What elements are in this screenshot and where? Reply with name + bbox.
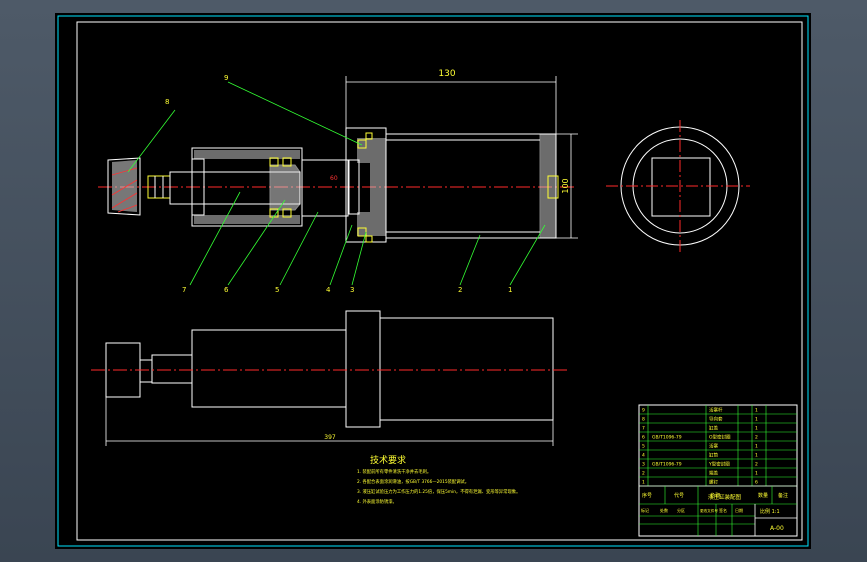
bom-item-qty: 2 (755, 461, 758, 467)
piston (269, 164, 301, 211)
bom-item-name: 端盖 (709, 469, 718, 476)
bom-item-name: 缸盖 (709, 424, 718, 431)
callout-9: 9 (224, 74, 228, 82)
bom-item-qty: 1 (755, 470, 758, 476)
sign-doc: 更改文件号 (700, 508, 718, 513)
header-remark: 备注 (778, 492, 788, 499)
bom-item-name: 活塞 (709, 442, 718, 449)
assembly-drawing: 60 130 100 8 9 7 6 5 4 3 2 1 397 技术要求 1.… (57, 15, 809, 547)
bore-mark: 60 (330, 175, 338, 182)
callout-8: 8 (165, 98, 169, 106)
callout-7: 7 (182, 286, 186, 294)
sign-mark: 标记 (641, 507, 649, 513)
bom-item-no: 2 (642, 470, 645, 476)
header-qty: 数量 (758, 492, 768, 499)
bom-item-no: 5 (642, 443, 645, 449)
dim-top-length (345, 76, 557, 134)
bom-item-qty: 1 (755, 425, 758, 431)
callout-1: 1 (508, 286, 512, 294)
bom-item-qty: 1 (755, 452, 758, 458)
dim-right-height-text: 100 (561, 178, 570, 193)
tech-req-line-3: 3. 液压缸试验压力为工作压力的1.25倍，保压5min，不得有泄漏、变形等异常… (357, 488, 520, 495)
sign-date: 日期 (735, 507, 743, 513)
callout-2: 2 (458, 286, 462, 294)
scale-text: 比例 1:1 (760, 508, 780, 515)
bom-item-no: 1 (642, 479, 645, 485)
title-block: 9 活塞杆 1 8 导向套 1 7 缸盖 1 6 O型密封圈 2 5 活塞 1 4 缸筒 1 3 Y型密封圈 2 2 端盖 1… (638, 404, 798, 537)
flange (345, 127, 387, 243)
bom-item-qty: 1 (755, 407, 758, 413)
bom-item-name: 导向套 (709, 415, 723, 422)
bom-item-qty: 2 (755, 434, 758, 440)
header-no: 序号 (642, 492, 652, 499)
bom-item-name: 螺钉 (709, 478, 718, 485)
technical-requirements: 技术要求 1. 装配前所有零件清洗干净并去毛刺。 2. 各配合表面涂润滑油，按G… (357, 454, 520, 505)
end-clevis (107, 157, 141, 216)
bom-item-qty: 1 (755, 416, 758, 422)
bom-std-code: GB/T1096-79 (652, 461, 682, 467)
inner-barrel (301, 159, 349, 217)
bom-item-qty: 6 (755, 479, 758, 485)
inner-frame (76, 21, 803, 541)
bom-item-name: 缸筒 (709, 451, 718, 458)
tech-req-title: 技术要求 (370, 454, 406, 466)
callout-3: 3 (350, 286, 354, 294)
bom-item-no: 8 (642, 416, 645, 422)
tech-req-line-1: 1. 装配前所有零件清洗干净并去毛刺。 (357, 468, 431, 475)
callout-6: 6 (224, 286, 229, 294)
dim-overall-length: 397 (324, 434, 336, 441)
bom-item-no: 9 (642, 407, 645, 413)
header-code: 代号 (674, 492, 684, 499)
bom-item-no: 7 (642, 425, 645, 431)
bom-item-name: Y型密封圈 (708, 460, 730, 467)
bom-item-name: O型密封圈 (709, 433, 731, 440)
sign-name: 签名 (719, 507, 727, 513)
sign-count: 处数 (660, 507, 668, 513)
section-view: 60 130 100 8 9 7 6 5 4 3 2 1 (98, 69, 578, 294)
bom-item-name: 活塞杆 (709, 406, 723, 413)
end-cap (539, 133, 559, 239)
sign-zone: 分区 (677, 507, 685, 513)
dim-top-length-text: 130 (438, 69, 455, 79)
bom-item-qty: 1 (755, 443, 758, 449)
bom-item-no: 3 (642, 461, 645, 467)
cad-viewport[interactable]: 60 130 100 8 9 7 6 5 4 3 2 1 397 技术要求 1.… (0, 0, 867, 562)
leader-lines (127, 81, 546, 286)
drawing-title: 液压缸装配图 (708, 493, 742, 501)
bom-item-no: 6 (642, 434, 645, 440)
bom-item-no: 4 (642, 452, 645, 458)
callout-4: 4 (326, 286, 331, 294)
outer-frame (57, 15, 809, 547)
main-cylinder (385, 133, 557, 239)
tech-req-line-4: 4. 外表面涂防锈漆。 (357, 498, 397, 505)
tech-req-line-2: 2. 各配合表面涂润滑油，按GB/T 3766—2015装配调试。 (357, 478, 469, 485)
end-view (606, 120, 750, 252)
elevation-view (91, 310, 570, 446)
sheet-number: A-00 (770, 525, 784, 532)
bom-std-code: GB/T1096-79 (652, 434, 682, 440)
drawing-sheet[interactable]: 60 130 100 8 9 7 6 5 4 3 2 1 397 技术要求 1.… (55, 13, 811, 549)
callout-5: 5 (275, 286, 279, 294)
